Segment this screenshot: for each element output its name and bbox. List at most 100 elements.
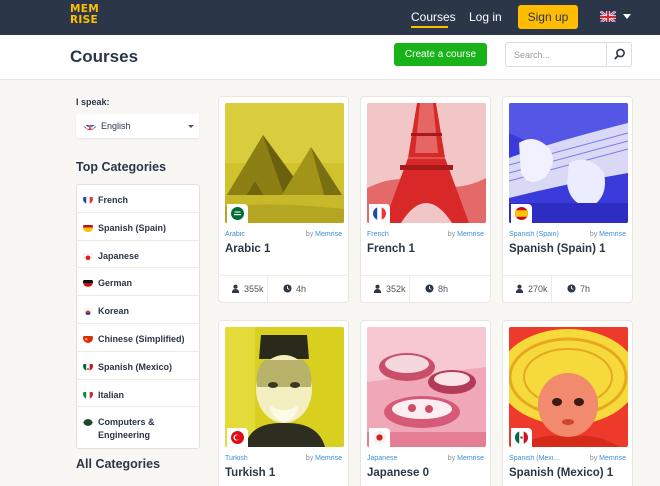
course-card-arabic[interactable]: Arabic by Memrise Arabic 1 355k 4h <box>218 96 349 303</box>
language-dropdown-chevron-icon[interactable] <box>623 14 631 19</box>
flag-badge <box>227 428 248 447</box>
by-prefix: by <box>305 455 314 462</box>
learners-icon <box>231 284 240 293</box>
category-label: Spanish (Spain) <box>98 222 167 233</box>
search-input[interactable] <box>506 43 606 66</box>
course-language-link[interactable]: Turkish <box>225 455 248 462</box>
category-label: Japanese <box>98 250 140 261</box>
search-button[interactable] <box>606 43 631 66</box>
flag-china-icon <box>83 333 93 343</box>
course-card-spanish-mexico[interactable]: Spanish (Mexico) by Memrise Spanish (Mex… <box>502 320 633 486</box>
category-label: Chinese (Simplified) <box>98 333 185 344</box>
author-link[interactable]: Memrise <box>315 455 342 462</box>
category-item-chinese-simplified[interactable]: Chinese (Simplified) <box>77 324 199 352</box>
active-tab-underline <box>411 26 448 28</box>
category-label: German <box>98 278 133 289</box>
login-link[interactable]: Log in <box>469 10 502 24</box>
flag-badge <box>511 428 532 447</box>
by-prefix: by <box>305 231 314 238</box>
by-prefix: by <box>447 231 456 238</box>
page-header: Courses Create a course <box>0 35 660 80</box>
course-language-link[interactable]: French <box>367 231 389 238</box>
source-language-select[interactable]: English <box>76 114 199 138</box>
category-label: French <box>98 195 129 205</box>
flag-badge <box>511 204 532 223</box>
flag-japan-icon <box>373 431 386 444</box>
by-prefix: by <box>447 455 456 462</box>
old-man-image <box>225 327 344 447</box>
category-item-spanish-mexico[interactable]: Spanish (Mexico) <box>77 352 199 380</box>
flag-japan-icon <box>83 250 93 260</box>
category-item-italian[interactable]: Italian <box>77 380 199 408</box>
course-card-turkish[interactable]: Turkish by Memrise Turkish 1 <box>218 320 349 486</box>
course-title[interactable]: Japanese 0 <box>367 467 429 479</box>
flag-italy-icon <box>83 389 93 399</box>
course-language-link[interactable]: Spanish (Mexico) <box>509 455 561 462</box>
course-card-spanish-spain[interactable]: Spanish (Spain) by Memrise Spanish (Spai… <box>502 96 633 303</box>
course-language-link[interactable]: Spanish (Spain) <box>509 231 559 238</box>
course-author: by Memrise <box>306 231 342 238</box>
flag-badge <box>369 204 390 223</box>
category-item-spanish-spain[interactable]: Spanish (Spain) <box>77 213 199 241</box>
top-navigation-bar: MEM RISE Courses Log in Sign up <box>0 0 660 35</box>
by-prefix: by <box>589 455 598 462</box>
pyramids-image <box>225 103 344 223</box>
course-title[interactable]: French 1 <box>367 243 415 255</box>
flag-france-icon <box>373 207 386 220</box>
learners-icon <box>373 284 382 293</box>
author-link[interactable]: Memrise <box>457 455 484 462</box>
category-item-french[interactable]: French <box>77 185 199 213</box>
memrise-logo[interactable]: MEM RISE <box>70 4 99 31</box>
chevron-down-icon <box>188 125 194 128</box>
course-title[interactable]: Spanish (Mexico) 1 <box>509 467 613 479</box>
course-author: by Memrise <box>590 231 626 238</box>
flag-mexico-icon <box>515 431 528 444</box>
stats-divider <box>267 276 268 302</box>
flag-france-icon <box>83 194 93 204</box>
course-title[interactable]: Turkish 1 <box>225 467 275 479</box>
author-link[interactable]: Memrise <box>457 231 484 238</box>
flag-uk-icon <box>84 121 96 130</box>
signup-button[interactable]: Sign up <box>518 5 578 29</box>
create-course-button[interactable]: Create a course <box>394 43 487 66</box>
course-stats: 352k 8h <box>361 275 490 302</box>
author-link[interactable]: Memrise <box>315 231 342 238</box>
flag-uk-icon[interactable] <box>600 10 616 22</box>
flag-spain-icon <box>515 207 528 220</box>
by-prefix: by <box>589 231 598 238</box>
category-label: Spanish (Mexico) <box>98 361 173 372</box>
category-item-korean[interactable]: Korean <box>77 296 199 324</box>
top-categories-list: French Spanish (Spain) Japanese German K… <box>76 184 200 450</box>
course-author: by Memrise <box>590 455 626 462</box>
flag-spain-icon <box>83 222 93 232</box>
clock-icon <box>283 284 292 293</box>
author-link[interactable]: Memrise <box>599 231 626 238</box>
flag-badge <box>369 428 390 447</box>
learners-icon <box>515 284 524 293</box>
category-label: Computers & Engineering <box>98 417 155 441</box>
course-language-link[interactable]: Japanese <box>367 455 397 462</box>
course-card-french[interactable]: French by Memrise French 1 352k 8h <box>360 96 491 303</box>
learners-count: 352k <box>386 284 406 294</box>
course-duration: 4h <box>296 284 307 294</box>
category-item-german[interactable]: German <box>77 268 199 297</box>
author-link[interactable]: Memrise <box>599 455 626 462</box>
nav-courses-link[interactable]: Courses <box>411 10 456 24</box>
category-item-computers-engineering[interactable]: Computers & Engineering <box>77 407 199 448</box>
course-language-link[interactable]: Arabic <box>225 231 245 238</box>
category-item-japanese[interactable]: Japanese <box>77 241 199 269</box>
flag-germany-icon <box>83 277 93 288</box>
flag-turkey-icon <box>231 431 244 444</box>
course-author: by Memrise <box>448 231 484 238</box>
stats-divider <box>551 276 552 302</box>
clock-icon <box>567 284 576 293</box>
course-duration: 7h <box>580 284 591 294</box>
category-label: Italian <box>98 389 125 400</box>
course-card-japanese[interactable]: Japanese by Memrise Japanese 0 <box>360 320 491 486</box>
learners-count: 270k <box>528 284 548 294</box>
course-title[interactable]: Arabic 1 <box>225 243 270 255</box>
course-title[interactable]: Spanish (Spain) 1 <box>509 243 606 255</box>
all-categories-heading: All Categories <box>76 457 161 471</box>
logo-line-2: RISE <box>70 14 98 26</box>
page-title: Courses <box>70 47 139 66</box>
